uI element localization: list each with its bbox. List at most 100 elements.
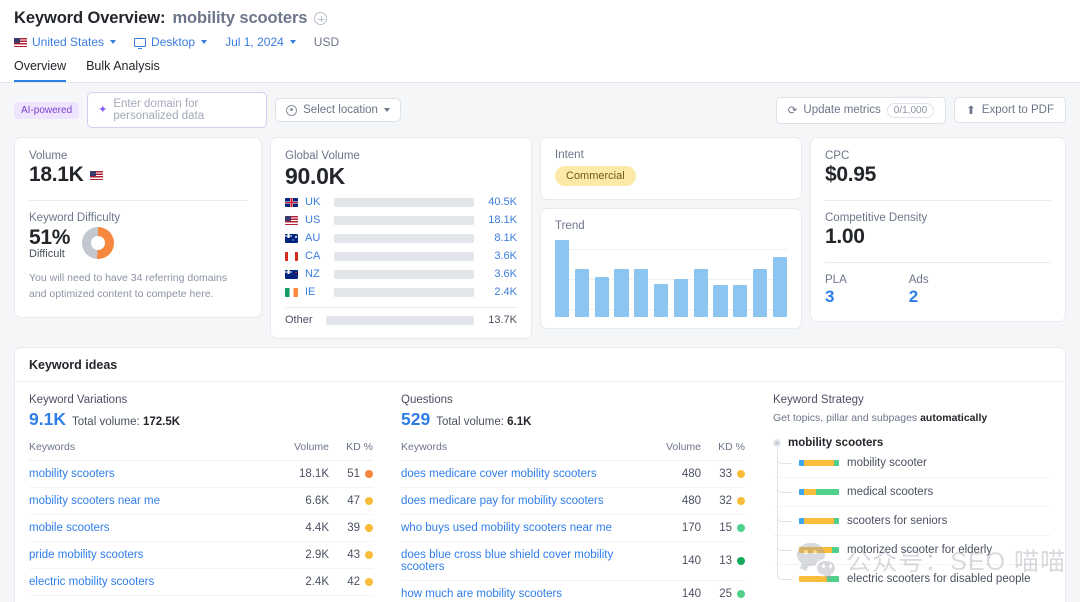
volume-cell: 140 (647, 581, 701, 602)
minibar-yellow (804, 489, 816, 495)
trend-bar (614, 269, 628, 318)
kd-dot-icon (737, 497, 745, 505)
table-row: how much are mobility scooters 14025 (401, 581, 745, 602)
divider (825, 262, 1051, 263)
global-volume-row: US18.1K (285, 214, 517, 226)
table-row: mobility scooters18.1K51 (29, 461, 373, 488)
keyword-strategy-tree: mobility scooters mobility scootermedica… (773, 437, 1051, 593)
bar-track (334, 234, 474, 243)
pla-label: PLA (825, 274, 847, 286)
ads-label: Ads (909, 274, 929, 286)
trend-label: Trend (555, 220, 787, 232)
kd-dot-icon (365, 551, 373, 559)
ads-value[interactable]: 2 (909, 287, 929, 307)
page-title-keyword: mobility scooters (172, 9, 307, 28)
table-row: does blue cross blue shield cover mobili… (401, 542, 745, 581)
strategy-row[interactable]: medical scooters (773, 478, 1051, 507)
date-selector[interactable]: Jul 1, 2024 (225, 35, 296, 49)
volume-cell: 18.1K (275, 461, 329, 488)
trend-bar (753, 269, 767, 317)
kd-cell: 15 (701, 515, 745, 542)
keyword-link[interactable]: who buys used mobility scooters near me (401, 522, 612, 534)
metric-cards-row: Volume 18.1K Keyword Difficulty 51% Diff… (0, 137, 1080, 339)
questions-title: Questions (401, 394, 745, 406)
kd-dot-icon (365, 497, 373, 505)
strategy-row[interactable]: mobility scooter (773, 449, 1051, 478)
keyword-overview-page: Keyword Overview: mobility scooters Unit… (0, 0, 1080, 602)
global-volume-label: Global Volume (285, 150, 517, 162)
strategy-row[interactable]: electric scooters for disabled people (773, 565, 1051, 593)
kd-dot-icon (737, 470, 745, 478)
location-selector[interactable]: Select location (275, 98, 401, 122)
minibar-green (827, 576, 839, 582)
page-header: Keyword Overview: mobility scooters Unit… (0, 0, 1080, 49)
update-metrics-button[interactable]: ⟳ Update metrics 0/1,000 (776, 97, 946, 124)
keyword-link[interactable]: how much are mobility scooters (401, 588, 562, 600)
trend-bar (773, 257, 787, 317)
trend-bar (595, 277, 609, 317)
upload-icon: ⬆ (966, 103, 976, 117)
nz-flag-icon (285, 270, 298, 279)
kd-dot-icon (365, 470, 373, 478)
table-row: pride mobility scooters2.9K43 (29, 542, 373, 569)
keyword-cell: does medicare cover mobility scooters (401, 461, 647, 488)
keyword-link[interactable]: does blue cross blue shield cover mobili… (401, 549, 613, 573)
plus-circle-icon[interactable] (314, 12, 327, 25)
kd-dot-icon (737, 590, 745, 598)
kd-cell: 25 (701, 581, 745, 602)
keyword-ideas-body: Keyword Variations 9.1K Total volume: 17… (15, 382, 1065, 602)
trend-bar (694, 269, 708, 318)
keyword-variations-total: Total volume: 172.5K (72, 416, 180, 428)
monitor-icon (134, 38, 146, 47)
questions-column: Questions 529 Total volume: 6.1K Keyword… (387, 394, 759, 602)
keyword-link[interactable]: electric mobility scooters (29, 576, 154, 588)
country-code: AU (305, 232, 327, 244)
col-keywords: Keywords (29, 441, 275, 461)
volume-cell: 4.4K (275, 515, 329, 542)
keyword-link[interactable]: pride mobility scooters (29, 549, 143, 561)
domain-input[interactable]: ✦ Enter domain for personalized data (87, 92, 267, 128)
volume-value: 3.6K (481, 268, 517, 280)
keyword-variations-table: Keywords Volume KD % mobility scooters18… (29, 441, 373, 596)
tab-bulk-analysis[interactable]: Bulk Analysis (86, 59, 160, 82)
keyword-variations-summary: 9.1K Total volume: 172.5K (29, 409, 373, 430)
sparkle-icon: ✦ (98, 105, 107, 116)
table-row: electric mobility scooters2.4K42 (29, 569, 373, 596)
global-volume-other-row: Other 13.7K (285, 314, 517, 326)
trend-bar (654, 284, 668, 317)
intent-card: Intent Commercial (540, 137, 802, 200)
export-pdf-button[interactable]: ⬆ Export to PDF (954, 97, 1066, 123)
refresh-icon: ⟳ (788, 103, 798, 117)
tab-overview[interactable]: Overview (14, 59, 66, 82)
kd-note: You will need to have 34 referring domai… (29, 271, 247, 303)
intent-trend-column: Intent Commercial Trend (540, 137, 802, 329)
device-selector[interactable]: Desktop (134, 35, 207, 49)
strategy-row[interactable]: motorized scooter for elderly (773, 536, 1051, 565)
strategy-minibar (799, 518, 839, 524)
country-selector[interactable]: United States (14, 35, 116, 49)
us-flag-icon (90, 171, 103, 180)
update-metrics-count: 0/1,000 (887, 103, 934, 118)
kd-level: Difficult (29, 248, 70, 260)
keyword-link[interactable]: mobile scooters (29, 522, 110, 534)
domain-input-placeholder: Enter domain for personalized data (113, 98, 256, 122)
cpc-card: CPC $0.95 Competitive Density 1.00 PLA 3… (810, 137, 1066, 322)
keyword-link[interactable]: does medicare pay for mobility scooters (401, 495, 604, 507)
au-flag-icon (285, 234, 298, 243)
note-prefix: Get topics, pillar and subpages (773, 412, 920, 424)
tab-bar: Overview Bulk Analysis (0, 49, 1080, 83)
trend-bar (713, 285, 727, 317)
questions-count: 529 (401, 409, 430, 430)
keyword-link[interactable]: does medicare cover mobility scooters (401, 468, 597, 480)
strategy-minibar (799, 489, 839, 495)
ai-powered-badge: AI-powered (14, 102, 79, 119)
pla-value[interactable]: 3 (825, 287, 847, 307)
keyword-link[interactable]: mobility scooters (29, 468, 115, 480)
divider (825, 200, 1051, 201)
strategy-row[interactable]: scooters for seniors (773, 507, 1051, 536)
kd-cell: 33 (701, 461, 745, 488)
keyword-link[interactable]: mobility scooters near me (29, 495, 160, 507)
country-code: IE (305, 286, 327, 298)
gridline (555, 249, 787, 250)
strategy-label: electric scooters for disabled people (847, 573, 1030, 585)
